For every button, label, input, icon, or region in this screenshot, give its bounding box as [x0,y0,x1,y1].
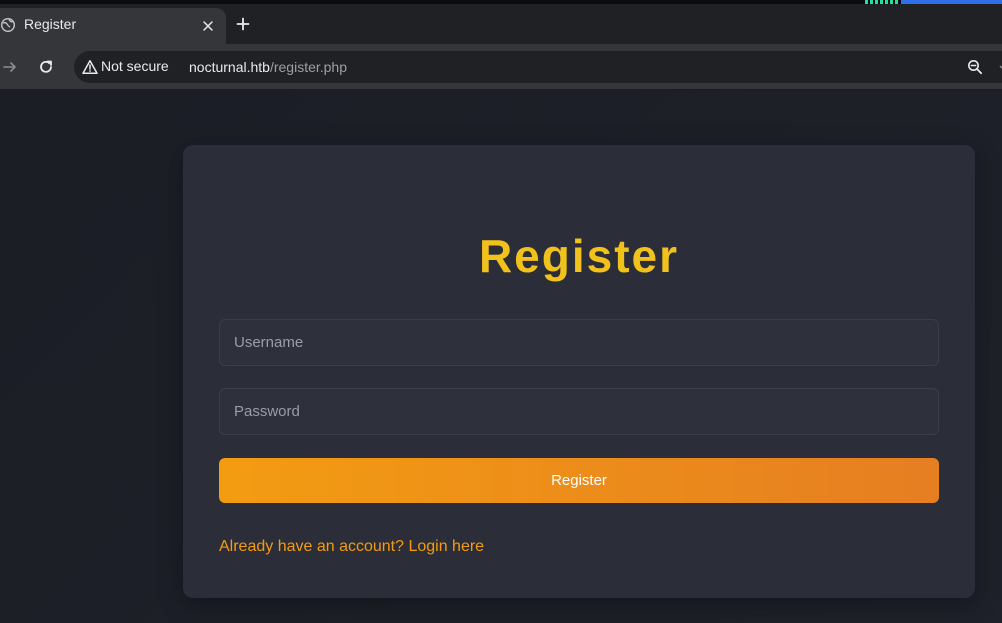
window-top-edge [0,0,1002,4]
globe-icon [0,17,16,33]
address-bar[interactable]: Not secure nocturnal.htb/register.php [74,51,1002,83]
page-title: Register [478,230,680,282]
url-text[interactable]: nocturnal.htb/register.php [189,59,347,75]
register-card: Register Register Already have an accoun… [183,145,975,598]
browser-toolbar: Not secure nocturnal.htb/register.php [0,44,1002,90]
tab-bar: Register [0,0,1002,44]
zoom-out-icon[interactable] [967,59,983,75]
url-path: /register.php [269,59,348,75]
login-link[interactable]: Already have an account? Login here [219,538,484,556]
system-indicator-bar [901,0,1002,4]
url-host: nocturnal.htb [189,59,270,75]
security-status[interactable]: Not secure [101,58,169,74]
tab-title: Register [24,16,77,32]
register-button[interactable]: Register [219,458,939,503]
plus-icon[interactable] [236,16,250,31]
system-indicator [865,0,899,4]
password-field[interactable] [219,388,939,435]
page-background: Register Register Already have an accoun… [0,91,1002,623]
arrow-right-icon[interactable] [2,59,18,75]
reload-icon[interactable] [38,59,54,75]
chevron-down-icon[interactable] [998,59,1002,75]
username-field[interactable] [219,319,939,366]
close-icon[interactable] [201,18,215,32]
warning-icon[interactable] [82,59,98,75]
browser-tab[interactable]: Register [0,8,226,44]
